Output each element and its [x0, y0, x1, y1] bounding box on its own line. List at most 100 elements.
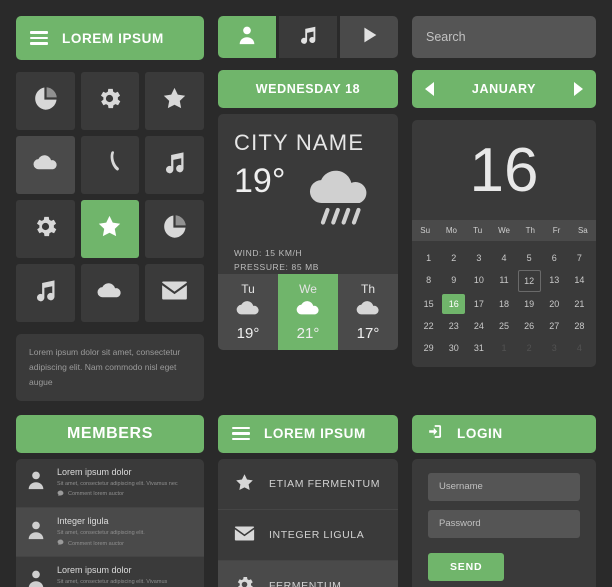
members-panel: MEMBERS Lorem ipsum dolor Sit amet, cons… [16, 414, 204, 587]
calendar-day[interactable]: 4 [568, 338, 591, 358]
weather-day-header[interactable]: WEDNESDAY 18 [218, 70, 398, 108]
member-row[interactable]: Integer ligula Sit amet, consectetur adi… [16, 507, 204, 558]
ui-kit-page: LOREM IPSUM Lorem ipsum dolor sit amet, … [0, 0, 612, 587]
weather-temp-row: 19° [234, 164, 382, 231]
member-sub: Sit amet, consectetur adipiscing elit. V… [57, 579, 168, 586]
tile-pie-chart[interactable] [16, 72, 75, 130]
forecast-day-label: Th [360, 282, 375, 296]
weekday-label: Fr [552, 226, 561, 235]
calendar-day[interactable]: 3 [467, 248, 490, 268]
calendar-day[interactable]: 2 [442, 248, 465, 268]
username-field[interactable] [428, 472, 580, 501]
calendar-day[interactable]: 10 [467, 270, 490, 292]
member-row[interactable]: Lorem ipsum dolor Sit amet, consectetur … [16, 557, 204, 587]
calendar-day[interactable]: 30 [442, 338, 465, 358]
calendar-day[interactable]: 20 [543, 294, 566, 314]
weather-forecast: Tu 19° We 21° Th 17° [218, 274, 398, 350]
calendar-day[interactable]: 28 [568, 316, 591, 336]
calendar-day[interactable]: 11 [492, 270, 515, 292]
calendar-day[interactable]: 14 [568, 270, 591, 292]
column-middle: WEDNESDAY 18 CITY NAME 19° WIND: 15 KM/H… [218, 16, 398, 401]
calendar-day[interactable]: 13 [543, 270, 566, 292]
calendar-day[interactable]: 9 [442, 270, 465, 292]
calendar-day[interactable]: 18 [492, 294, 515, 314]
chevron-left-icon[interactable] [425, 82, 434, 96]
tile-settings-2[interactable] [16, 200, 75, 258]
tile-mail[interactable] [145, 264, 204, 322]
calendar-day[interactable]: 29 [417, 338, 440, 358]
tile-music[interactable] [145, 136, 204, 194]
calendar-day[interactable]: 27 [543, 316, 566, 336]
calendar-day[interactable]: 17 [467, 294, 490, 314]
calendar-day[interactable]: 19 [518, 294, 541, 314]
forecast-day-th[interactable]: Th 17° [338, 274, 398, 350]
calendar-day[interactable]: 1 [417, 248, 440, 268]
calendar-day[interactable]: 4 [492, 248, 515, 268]
login-panel: LOGIN SEND [412, 414, 596, 587]
forecast-day-tu[interactable]: Tu 19° [218, 274, 278, 350]
calendar-day[interactable]: 26 [518, 316, 541, 336]
cloud-icon [235, 300, 261, 321]
calendar-day[interactable]: 21 [568, 294, 591, 314]
menu-list: ETIAM FERMENTUM INTEGER LIGULA FERMENTUM [218, 458, 398, 587]
calendar-day[interactable]: 8 [417, 270, 440, 292]
calendar-day[interactable]: 23 [442, 316, 465, 336]
cloud-icon [32, 149, 59, 181]
tile-music-2[interactable] [16, 264, 75, 322]
chevron-right-icon[interactable] [573, 82, 583, 96]
search-input[interactable] [412, 16, 596, 58]
menu-panel: LOREM IPSUM ETIAM FERMENTUM INTEGER LIGU… [218, 414, 398, 587]
menu-header[interactable]: LOREM IPSUM [218, 414, 398, 453]
calendar-day[interactable]: 12 [517, 270, 541, 292]
tile-weather[interactable] [16, 136, 75, 194]
calendar-day[interactable]: 31 [467, 338, 490, 358]
calendar-day[interactable]: 24 [467, 316, 490, 336]
tile-pie-chart-2[interactable] [145, 200, 204, 258]
calendar-day[interactable]: 6 [543, 248, 566, 268]
calendar-day[interactable]: 1 [492, 338, 515, 358]
login-title: LOGIN [457, 426, 503, 442]
segment-user[interactable] [218, 16, 276, 58]
avatar [25, 469, 47, 496]
icon-tile-grid [16, 72, 204, 322]
weather-temperature: 19° [234, 162, 286, 200]
calendar-day[interactable]: 16 [442, 294, 466, 314]
forecast-day-label: We [299, 282, 317, 296]
calendar-day[interactable]: 15 [417, 294, 440, 314]
menu-item-fermentum[interactable]: FERMENTUM [218, 560, 398, 587]
member-name: Lorem ipsum dolor [57, 466, 132, 477]
envelope-icon [234, 523, 255, 547]
calendar-day-grid: 1 2 3 4 5 6 7 8 9 10 11 12 13 14 15 16 17 18 19 20 21 22 23 24 2… [412, 241, 596, 367]
segment-music[interactable] [279, 16, 337, 58]
tile-phone[interactable] [80, 136, 140, 194]
forecast-day-we[interactable]: We 21° [278, 274, 338, 350]
calendar-day[interactable]: 2 [518, 338, 541, 358]
menu-item-etiam-fermentum[interactable]: ETIAM FERMENTUM [218, 459, 398, 510]
weather-pressure: PRESSURE: 85 MB [234, 261, 320, 272]
member-sub: Sit amet, consectetur adipiscing elit. V… [57, 480, 178, 487]
weekday-label: We [498, 226, 510, 235]
login-arrow-icon [426, 422, 445, 446]
hamburger-icon[interactable] [232, 426, 250, 441]
member-row[interactable]: Lorem ipsum dolor Sit amet, consectetur … [16, 459, 204, 508]
calendar-selected-day-display: 16 [469, 135, 539, 205]
calendar-day[interactable]: 22 [417, 316, 440, 336]
calendar-day[interactable]: 5 [518, 248, 541, 268]
segment-play[interactable] [340, 16, 398, 58]
send-button[interactable]: SEND [428, 552, 505, 581]
calendar-day[interactable]: 25 [492, 316, 515, 336]
calendar-day[interactable]: 7 [568, 248, 591, 268]
tile-favorite-selected[interactable] [80, 200, 140, 258]
menu-item-integer-ligula[interactable]: INTEGER LIGULA [218, 510, 398, 561]
member-name: Lorem ipsum dolor [57, 565, 132, 576]
tile-settings[interactable] [80, 72, 140, 130]
hamburger-icon[interactable] [30, 31, 48, 45]
tile-favorite[interactable] [145, 72, 204, 130]
app-header-tiles[interactable]: LOREM IPSUM [16, 16, 204, 60]
pie-chart-icon [161, 213, 188, 245]
tile-weather-2[interactable] [80, 264, 140, 322]
password-field[interactable] [428, 509, 580, 538]
calendar-month-label: JANUARY [471, 82, 537, 96]
avatar [25, 519, 47, 546]
calendar-day[interactable]: 3 [543, 338, 566, 358]
